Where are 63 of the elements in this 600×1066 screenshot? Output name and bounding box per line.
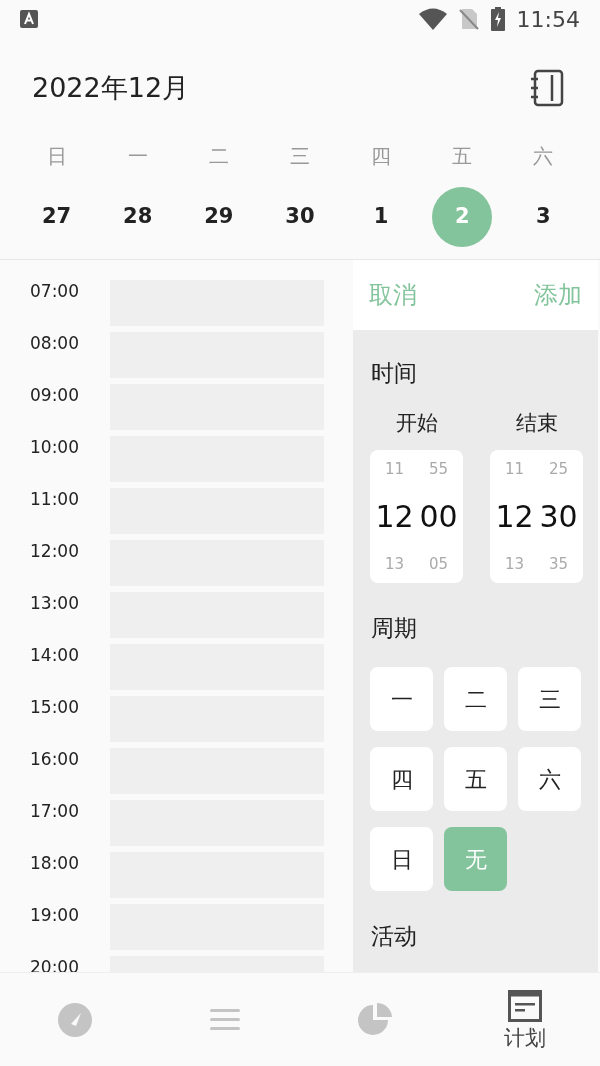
hour-label: 13:00 (29, 592, 80, 615)
hour-label: 15:00 (29, 696, 80, 719)
weekday-toggle[interactable]: 六 (518, 747, 581, 811)
picker-label: 结束 (515, 410, 558, 436)
weekday-toggle[interactable]: 三 (518, 667, 581, 731)
time-value: 11 (504, 460, 525, 478)
time-value: 35 (548, 555, 569, 573)
weekday-label: 六 (532, 143, 555, 170)
no-sim-icon (458, 8, 479, 30)
weekday-toggle[interactable]: 四 (370, 747, 433, 811)
time-value: 13 (384, 555, 405, 573)
hour-label: 10:00 (29, 436, 80, 459)
hour-label: 09:00 (29, 384, 80, 407)
section-heading: 周期 (370, 614, 418, 643)
weekday-label: 三 (289, 143, 311, 170)
time-value: 13 (504, 555, 525, 573)
weekday-label: 一 (126, 143, 149, 170)
time-value: 55 (428, 460, 449, 478)
date-cell[interactable]: 27 (26, 186, 87, 247)
weekday-toggle[interactable]: 一 (370, 667, 433, 731)
section-heading: 时间 (370, 359, 418, 388)
month-title: 2022年12月 (32, 70, 190, 105)
selected-time-value: 12 (495, 498, 534, 535)
weekday-label: 五 (451, 143, 474, 170)
calendar-card-icon (508, 989, 542, 1022)
clock-time: 11:54 (516, 5, 580, 34)
notebook-icon[interactable] (530, 69, 564, 107)
selected-time-value: 12 (375, 498, 414, 535)
battery-charging-icon (490, 7, 505, 31)
picker-label: 开始 (395, 410, 438, 436)
nav-tab[interactable]: 计划 (450, 973, 600, 1066)
time-value: 25 (548, 460, 569, 478)
weekday-toggle[interactable]: 日 (370, 827, 433, 891)
weekday-toggle[interactable]: 二 (444, 667, 507, 731)
section-heading: 活动 (370, 922, 418, 951)
hour-label: 11:00 (29, 488, 80, 511)
wifi-icon (418, 8, 447, 30)
date-cell[interactable]: 28 (107, 186, 168, 247)
selected-time-value: 00 (419, 498, 458, 535)
hour-label: 12:00 (29, 540, 80, 563)
date-cell[interactable]: 29 (188, 186, 249, 247)
time-value: 11 (384, 460, 405, 478)
date-cell[interactable]: 30 (270, 186, 330, 247)
pie-chart-icon (357, 1001, 393, 1038)
hour-label: 16:00 (29, 748, 80, 771)
gauge-icon (57, 1001, 93, 1038)
time-value: 05 (428, 555, 449, 573)
hour-label: 19:00 (29, 904, 80, 927)
selected-time-value: 30 (539, 498, 578, 535)
app-notification-icon (20, 10, 38, 28)
date-cell[interactable]: 1 (351, 186, 412, 247)
hour-label: 18:00 (29, 852, 80, 875)
hour-label: 07:00 (29, 280, 80, 303)
time-picker[interactable]: 11 12 13 25 30 35 (490, 450, 583, 583)
hour-label: 17:00 (29, 800, 80, 823)
time-picker[interactable]: 11 12 13 55 00 05 (370, 450, 463, 583)
weekday-label: 日 (45, 143, 68, 170)
weekday-toggle[interactable]: 五 (444, 747, 507, 811)
weekday-label: 四 (370, 143, 393, 170)
hour-label: 08:00 (29, 332, 80, 355)
date-cell[interactable]: 3 (513, 186, 574, 247)
weekday-label: 二 (207, 143, 230, 170)
hour-label: 14:00 (29, 644, 80, 667)
